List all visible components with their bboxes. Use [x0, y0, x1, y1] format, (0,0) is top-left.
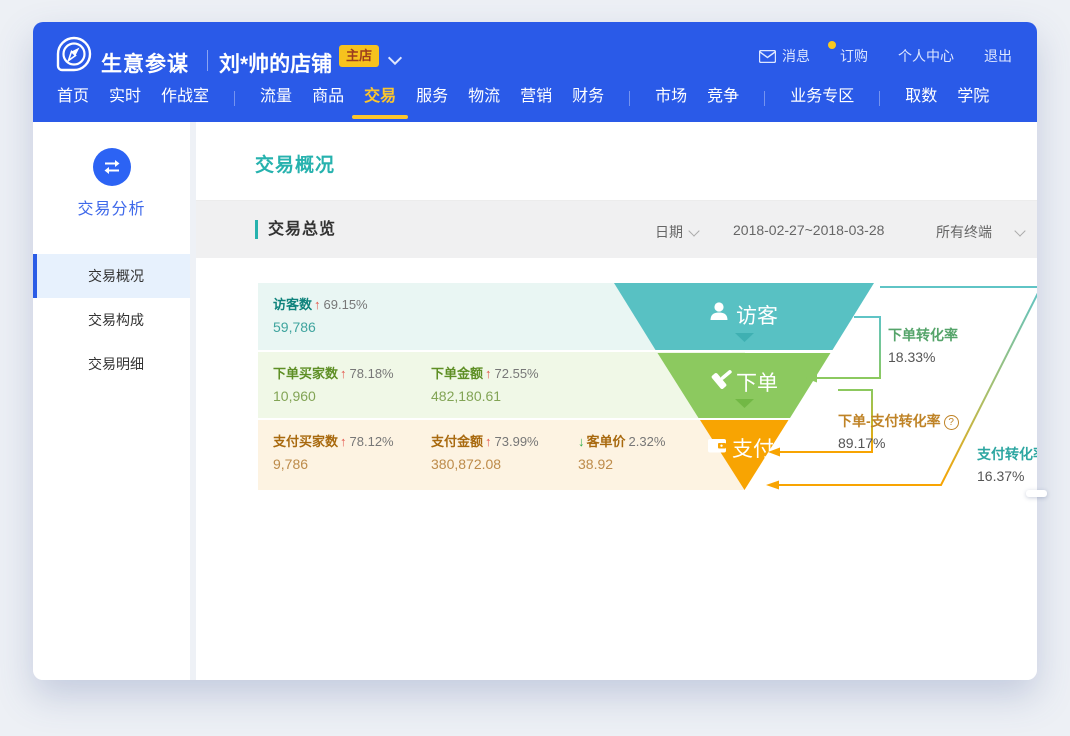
sidebar-item-trade-overview[interactable]: 交易概况 — [33, 254, 190, 298]
nav-product[interactable]: 商品 — [312, 75, 344, 122]
sidebar-item-trade-detail[interactable]: 交易明细 — [33, 342, 190, 386]
date-range-value[interactable]: 2018-02-27~2018-03-28 — [733, 222, 884, 238]
nav-divider — [764, 91, 765, 106]
brand-divider — [207, 50, 208, 71]
terminal-filter-select[interactable]: 所有终端 — [936, 222, 1031, 242]
nav-divider — [879, 91, 880, 106]
nav-warroom[interactable]: 作战室 — [161, 75, 209, 122]
messages-label: 消息 — [782, 46, 810, 66]
nav-logistics[interactable]: 物流 — [468, 75, 500, 122]
app-window: 生意参谋 刘*帅的店铺 主店 消息 订购 个人中心 退出 — [33, 22, 1037, 680]
brand-title: 生意参谋 — [101, 48, 189, 78]
nav-service[interactable]: 服务 — [416, 75, 448, 122]
nav-marketing[interactable]: 营销 — [520, 75, 552, 122]
nav-home[interactable]: 首页 — [57, 75, 89, 122]
chevron-down-icon — [688, 225, 699, 236]
nav-realtime[interactable]: 实时 — [109, 75, 141, 122]
section-toolbar: 交易总览 日期 2018-02-27~2018-03-28 所有终端 — [196, 201, 1037, 258]
account-link[interactable]: 个人中心 — [898, 46, 954, 66]
pay-rate-arrowhead — [766, 481, 779, 490]
funnel-graphic: 访客 下单 支付 — [258, 283, 1037, 490]
order-conversion-rate: 下单转化率 18.33% — [888, 325, 958, 365]
help-question-icon[interactable]: ? — [944, 415, 959, 430]
side-drawer-handle[interactable] — [1026, 490, 1047, 497]
nav-market[interactable]: 市场 — [655, 75, 687, 122]
sycm-logo-icon — [55, 35, 93, 73]
logout-link[interactable]: 退出 — [984, 46, 1012, 66]
shop-name: 刘*帅的店铺 — [219, 48, 332, 78]
sidebar-module-title: 交易分析 — [33, 195, 190, 219]
mail-icon — [759, 50, 776, 63]
nav-biz-zone[interactable]: 业务专区 — [790, 75, 854, 122]
nav-traffic[interactable]: 流量 — [260, 75, 292, 122]
nav-data-fetch[interactable]: 取数 — [905, 75, 937, 122]
sidebar: 交易分析 交易概况 交易构成 交易明细 — [33, 122, 190, 680]
subscribe-link[interactable]: 订购 — [840, 46, 868, 66]
top-header: 生意参谋 刘*帅的店铺 主店 消息 订购 个人中心 退出 — [33, 22, 1037, 122]
trade-analysis-icon — [93, 148, 131, 186]
pay-conversion-rate: 支付转化率 16.37% — [977, 444, 1037, 484]
nav-competition[interactable]: 竞争 — [707, 75, 739, 122]
main-content: 交易概况 交易总览 日期 2018-02-27~2018-03-28 所有终端 … — [196, 122, 1037, 680]
page-title-band: 交易概况 — [196, 122, 1037, 201]
section-title: 交易总览 — [255, 220, 336, 239]
order-pay-conversion-rate: 下单-支付转化率? 89.17% — [838, 411, 959, 451]
sidebar-menu: 交易概况 交易构成 交易明细 — [33, 254, 190, 386]
nav-academy[interactable]: 学院 — [957, 75, 989, 122]
page-title: 交易概况 — [255, 150, 335, 177]
date-mode-select[interactable]: 日期 — [655, 222, 698, 242]
funnel-pay-label: 支付 — [732, 438, 774, 461]
chevron-down-icon — [1014, 225, 1025, 236]
funnel-visitor-label: 访客 — [736, 305, 778, 328]
trade-funnel-chart: 访客数↑69.15% 59,786 下单买家数↑78.18% 10,960 下单… — [258, 283, 1037, 490]
funnel-order-label: 下单 — [736, 372, 778, 395]
sidebar-item-trade-composition[interactable]: 交易构成 — [33, 298, 190, 342]
nav-finance[interactable]: 财务 — [572, 75, 604, 122]
nav-divider — [629, 91, 630, 106]
main-nav: 首页 实时 作战室 流量 商品 交易 服务 物流 营销 财务 市场 竞争 业务专… — [47, 75, 1037, 122]
nav-divider — [234, 91, 235, 106]
nav-trade-active[interactable]: 交易 — [364, 75, 396, 122]
shop-switch-chevron-icon[interactable] — [390, 53, 400, 63]
header-quick-links: 消息 订购 个人中心 退出 — [759, 46, 1012, 66]
messages-link[interactable]: 消息 — [759, 46, 810, 66]
pay-wallet-icon — [708, 439, 726, 453]
notification-dot — [828, 41, 836, 49]
shop-badge: 主店 — [339, 45, 379, 67]
